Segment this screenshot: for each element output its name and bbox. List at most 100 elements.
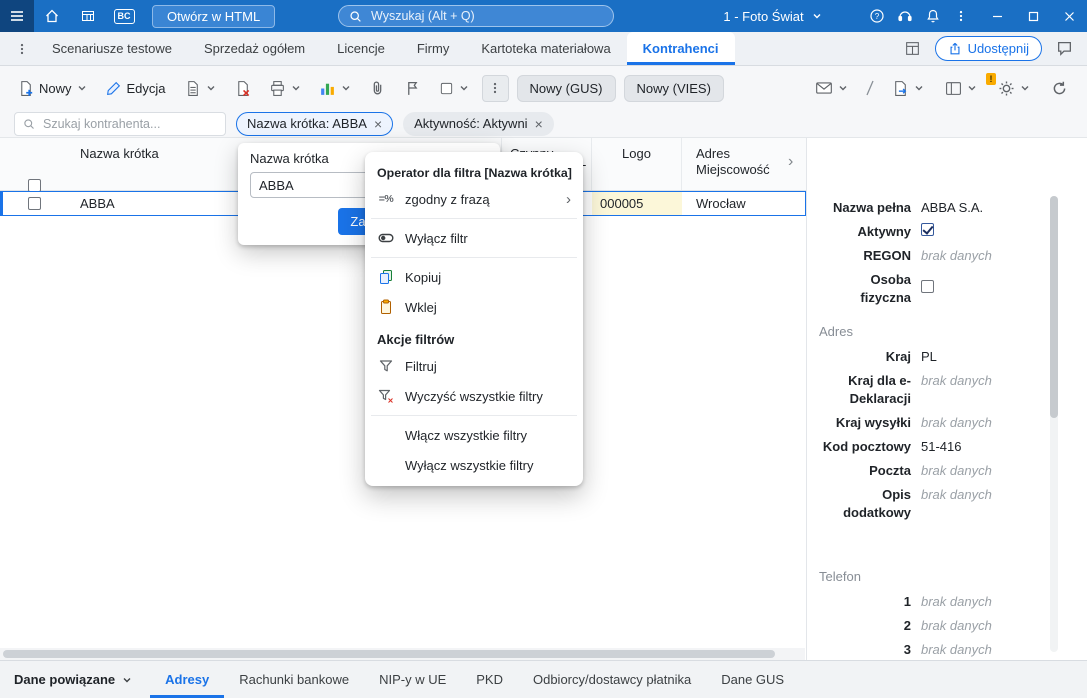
aktywny-checkbox[interactable] bbox=[921, 223, 934, 236]
new-gus-button[interactable]: Nowy (GUS) bbox=[516, 74, 616, 102]
bottom-tab-adresy[interactable]: Adresy bbox=[150, 661, 224, 698]
send-email-button[interactable] bbox=[810, 75, 853, 101]
detail-label: 3 bbox=[903, 642, 911, 657]
related-data-selector[interactable]: Dane powiązane bbox=[14, 661, 132, 698]
close-button[interactable] bbox=[1051, 0, 1087, 32]
modules-button[interactable] bbox=[70, 0, 106, 32]
bc-button[interactable]: BC bbox=[106, 0, 142, 32]
horizontal-scrollbar[interactable] bbox=[0, 648, 805, 660]
chat-button[interactable] bbox=[1054, 38, 1075, 59]
remove-filter-icon[interactable]: × bbox=[535, 117, 543, 131]
detail-field-osoba-fizyczna: Osoba fizyczna bbox=[819, 268, 1043, 310]
detail-value[interactable]: brak danych bbox=[921, 486, 992, 504]
tab-sprzedaz-ogolem[interactable]: Sprzedaż ogółem bbox=[188, 32, 321, 65]
home-button[interactable] bbox=[34, 0, 70, 32]
selection-button[interactable] bbox=[434, 77, 474, 100]
menu-item-wylacz-filtr[interactable]: Wyłącz filtr bbox=[365, 223, 583, 253]
tabbar-overflow-button[interactable] bbox=[8, 32, 36, 65]
detail-value[interactable]: PL bbox=[921, 348, 937, 366]
kebab-icon bbox=[493, 82, 497, 94]
cell-miejscowosc[interactable]: Wrocław bbox=[682, 192, 805, 215]
menu-item-wyczysc-filtry[interactable]: Wyczyść wszystkie filtry bbox=[365, 381, 583, 411]
toolbar: Nowy Edycja Nowy (GUS) Nowy (VIES) ! bbox=[0, 66, 1087, 110]
bottom-tab-dane-gus[interactable]: Dane GUS bbox=[706, 661, 799, 698]
detail-value[interactable]: 51-416 bbox=[921, 438, 961, 456]
print-export-button[interactable] bbox=[887, 76, 929, 101]
detail-value[interactable]: brak danych bbox=[921, 372, 992, 390]
column-expand-arrow[interactable]: › bbox=[788, 154, 793, 170]
tab-kartoteka-materialowa[interactable]: Kartoteka materiałowa bbox=[465, 32, 626, 65]
detail-value[interactable]: brak danych bbox=[921, 641, 992, 659]
tab-kontrahenci[interactable]: Kontrahenci bbox=[626, 32, 735, 65]
contractor-search-input[interactable] bbox=[41, 115, 217, 132]
menu-item-wlacz-wszystkie[interactable]: Włącz wszystkie filtry bbox=[365, 420, 583, 450]
print-button[interactable] bbox=[264, 76, 306, 101]
filter-chip-nazwa-krotka[interactable]: Nazwa krótka: ABBA × bbox=[236, 111, 394, 136]
toolbar-overflow-button[interactable] bbox=[481, 74, 509, 102]
detail-field-nazwa-pelna: Nazwa pełna ABBA S.A. bbox=[819, 196, 1043, 220]
bottom-tab-pkd[interactable]: PKD bbox=[461, 661, 518, 698]
horizontal-scrollbar-thumb[interactable] bbox=[3, 650, 775, 658]
edit-button[interactable]: Edycja bbox=[100, 76, 171, 101]
settings-gear-button[interactable]: ! bbox=[986, 72, 1035, 101]
maximize-button[interactable] bbox=[1015, 0, 1051, 32]
remove-filter-icon[interactable]: × bbox=[374, 117, 382, 131]
layout-panels-button[interactable] bbox=[940, 76, 982, 101]
tab-scenariusze-testowe[interactable]: Scenariusze testowe bbox=[36, 32, 188, 65]
split-panel-icon bbox=[946, 81, 961, 95]
open-in-html-button[interactable]: Otwórz w HTML bbox=[152, 4, 276, 28]
minimize-button[interactable] bbox=[979, 0, 1015, 32]
menu-item-label: zgodny z frazą bbox=[405, 191, 490, 207]
menu-item-kopiuj[interactable]: Kopiuj bbox=[365, 262, 583, 292]
tab-firmy[interactable]: Firmy bbox=[401, 32, 466, 65]
detail-field-kraj: Kraj PL bbox=[819, 345, 1043, 369]
document-operations-button[interactable] bbox=[179, 76, 221, 101]
menu-item-operator[interactable]: =% zgodny z frazą › bbox=[365, 184, 583, 214]
delete-button[interactable] bbox=[229, 76, 256, 101]
contractor-search[interactable] bbox=[14, 111, 226, 136]
bottom-tab-odbiorcy-dostawcy[interactable]: Odbiorcy/dostawcy płatnika bbox=[518, 661, 706, 698]
cell-logo[interactable]: 000005 bbox=[592, 192, 682, 215]
titlebar-overflow-button[interactable] bbox=[947, 0, 975, 32]
detail-value[interactable]: brak danych bbox=[921, 593, 992, 611]
menu-item-wylacz-wszystkie[interactable]: Wyłącz wszystkie filtry bbox=[365, 450, 583, 480]
hamburger-menu-button[interactable] bbox=[0, 0, 34, 32]
new-button[interactable]: Nowy bbox=[12, 76, 92, 101]
global-search-input[interactable] bbox=[369, 8, 603, 24]
detail-value[interactable]: ABBA S.A. bbox=[921, 199, 983, 217]
company-selector[interactable]: 1 - Foto Świat bbox=[655, 0, 890, 32]
global-search[interactable] bbox=[338, 5, 614, 27]
bottom-tab-rachunki-bankowe[interactable]: Rachunki bankowe bbox=[224, 661, 364, 698]
menu-item-label: Włącz wszystkie filtry bbox=[405, 427, 528, 443]
column-header-logo[interactable]: Logo bbox=[592, 138, 682, 190]
attachments-button[interactable] bbox=[364, 76, 391, 101]
detail-value[interactable]: brak danych bbox=[921, 414, 992, 432]
row-checkbox[interactable] bbox=[28, 197, 41, 210]
menu-item-filtruj[interactable]: Filtruj bbox=[365, 351, 583, 381]
titlebar-actions: ? bbox=[863, 0, 975, 32]
share-button[interactable]: Udostępnij bbox=[934, 36, 1042, 61]
support-button[interactable] bbox=[891, 0, 919, 32]
vertical-scrollbar[interactable] bbox=[1050, 196, 1058, 652]
new-vies-button[interactable]: Nowy (VIES) bbox=[623, 74, 724, 102]
detail-value[interactable]: brak danych bbox=[921, 247, 992, 265]
row-select-cell bbox=[3, 192, 58, 215]
bottom-tab-nipy-w-ue[interactable]: NIP-y w UE bbox=[364, 661, 461, 698]
osoba-fizyczna-checkbox[interactable] bbox=[921, 280, 934, 293]
detail-value[interactable]: brak danych bbox=[921, 617, 992, 635]
menu-item-label: Wyłącz wszystkie filtry bbox=[405, 457, 534, 473]
notifications-button[interactable] bbox=[919, 0, 947, 32]
menu-item-wklej[interactable]: Wklej bbox=[365, 292, 583, 322]
detail-label: Aktywny bbox=[857, 224, 911, 239]
tab-licencje[interactable]: Licencje bbox=[321, 32, 401, 65]
analysis-button[interactable] bbox=[314, 76, 356, 101]
detail-field-poczta: Poczta brak danych bbox=[819, 459, 1043, 483]
vertical-scrollbar-thumb[interactable] bbox=[1050, 196, 1058, 418]
chevron-down-icon bbox=[813, 14, 821, 19]
help-button[interactable]: ? bbox=[863, 0, 891, 32]
detail-value[interactable]: brak danych bbox=[921, 462, 992, 480]
refresh-button[interactable] bbox=[1046, 76, 1073, 101]
flag-button[interactable] bbox=[399, 76, 426, 101]
filter-chip-aktywnosc[interactable]: Aktywność: Aktywni × bbox=[403, 111, 554, 136]
layout-view-button[interactable] bbox=[902, 38, 923, 59]
